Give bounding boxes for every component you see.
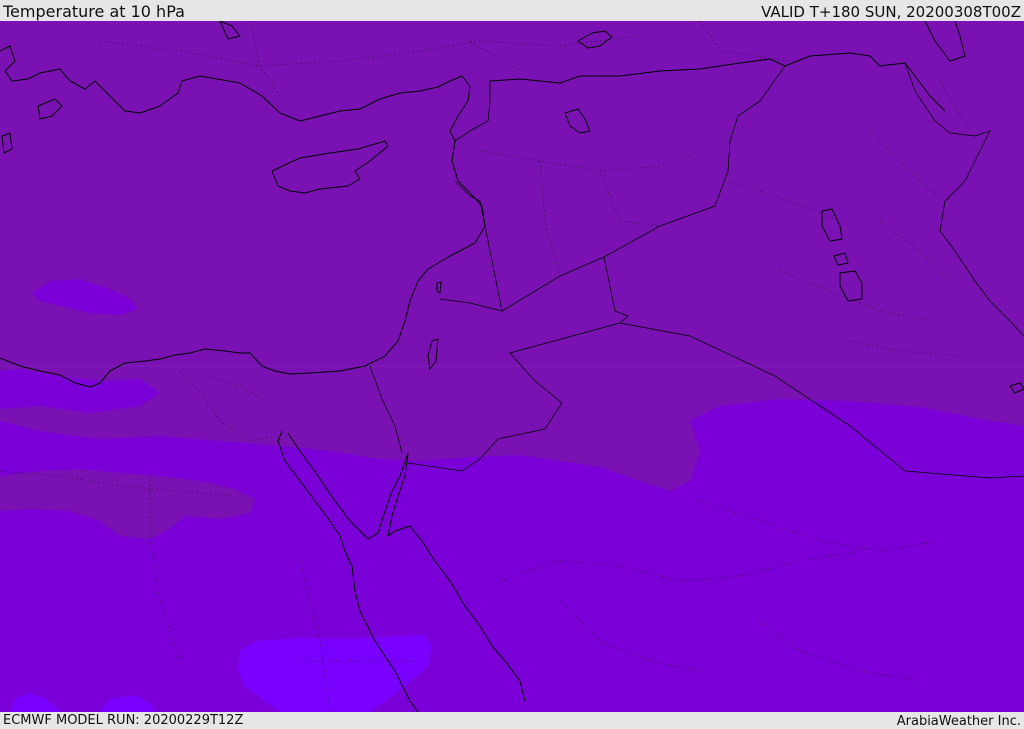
valid-time: VALID T+180 SUN, 20200308T00Z	[761, 3, 1021, 21]
header-bar: Temperature at 10 hPa VALID T+180 SUN, 2…	[0, 0, 1024, 21]
map-title: Temperature at 10 hPa	[3, 2, 185, 21]
weather-map-frame: Temperature at 10 hPa VALID T+180 SUN, 2…	[0, 0, 1024, 729]
credit-text: ArabiaWeather Inc.	[896, 714, 1021, 729]
footer-bar: ECMWF MODEL RUN: 20200229T12Z ArabiaWeat…	[0, 712, 1024, 729]
temperature-map	[0, 21, 1024, 712]
model-run: ECMWF MODEL RUN: 20200229T12Z	[3, 713, 244, 728]
